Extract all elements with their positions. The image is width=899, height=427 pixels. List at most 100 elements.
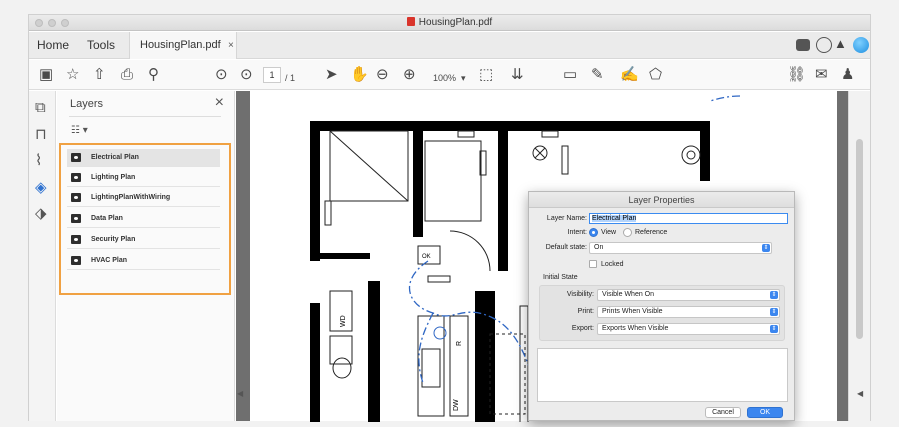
initial-state-label: Initial State <box>543 274 578 281</box>
list-item[interactable]: LightingPlanWithWiring <box>67 189 220 207</box>
save-icon[interactable]: ▣ <box>39 66 53 84</box>
left-collapse-icon[interactable]: ◀ <box>237 389 243 398</box>
layer-name-field[interactable]: Electrical Plan <box>589 213 788 224</box>
layers-panel: Layers × ☷ ▾ Electrical Plan Lighting Pl… <box>57 91 235 421</box>
dialog-title: Layer Properties <box>529 192 794 208</box>
print-label: Print: <box>577 308 594 315</box>
tab-tools[interactable]: Tools <box>87 38 115 52</box>
default-state-select[interactable]: On ⇕ <box>589 242 772 254</box>
zoom-in-icon[interactable]: ⊕ <box>403 66 416 84</box>
search-icon[interactable]: ⚲ <box>148 66 159 84</box>
vertical-scrollbar[interactable]: ◀ <box>848 91 870 421</box>
page-down-icon[interactable]: ⊙ <box>240 66 253 84</box>
tag-icon[interactable]: ⬗ <box>35 204 47 222</box>
print-icon[interactable]: ⎙ <box>121 66 133 84</box>
layer-name-label: Layer Name: <box>546 215 587 222</box>
eye-icon[interactable] <box>71 193 81 202</box>
default-state-value: On <box>594 244 604 251</box>
layer-properties-dialog: Layer Properties Layer Name: Electrical … <box>528 191 795 421</box>
comment-icon[interactable] <box>796 39 810 51</box>
scroll-mode-icon[interactable]: ⇊ <box>511 66 524 84</box>
hand-tool-icon[interactable]: ✋ <box>350 66 369 84</box>
chevron-down-icon: ⇕ <box>770 325 778 333</box>
window-title: HousingPlan.pdf <box>29 17 870 28</box>
export-value: Exports When Visible <box>602 325 669 332</box>
ok-label: OK <box>422 254 431 260</box>
layer-label: HVAC Plan <box>91 257 128 264</box>
bookmark-star-icon[interactable]: ☆ <box>66 66 79 84</box>
visibility-value: Visible When On <box>602 291 655 298</box>
upload-icon[interactable]: ⇧ <box>93 66 106 84</box>
tab-bar: Home Tools HousingPlan.pdf × ▲ <box>29 32 870 59</box>
pages-icon[interactable]: ⧉ <box>35 99 46 116</box>
draw-icon[interactable]: ✍ <box>620 66 639 84</box>
initial-state-group: Visibility: Visible When On ⇕ Print: Prin… <box>539 285 785 341</box>
print-select[interactable]: Prints When Visible ⇕ <box>597 306 780 318</box>
default-state-label: Default state: <box>545 244 587 251</box>
right-collapse-icon[interactable]: ◀ <box>857 389 863 398</box>
bell-icon[interactable]: ▲ <box>834 36 850 52</box>
export-label: Export: <box>571 325 594 332</box>
scrollbar-thumb[interactable] <box>856 139 863 339</box>
help-icon[interactable] <box>816 37 832 53</box>
tab-document-label: HousingPlan.pdf <box>140 39 221 51</box>
stamp-icon[interactable]: ⬠ <box>649 66 662 84</box>
eye-icon[interactable] <box>71 173 81 182</box>
intent-view-radio[interactable] <box>589 228 598 237</box>
layer-label: Electrical Plan <box>91 154 139 161</box>
list-item[interactable]: Electrical Plan <box>67 149 220 167</box>
page-up-icon[interactable]: ⊙ <box>215 66 228 84</box>
eye-icon[interactable] <box>71 153 81 162</box>
zoom-dropdown-icon[interactable]: ▾ <box>461 69 466 87</box>
cancel-button[interactable]: Cancel <box>705 407 741 418</box>
ok-button[interactable]: OK <box>747 407 783 418</box>
locked-label: Locked <box>601 261 624 268</box>
attachment-icon[interactable]: ⌇ <box>35 151 42 169</box>
layer-label: Data Plan <box>91 215 123 222</box>
tab-home[interactable]: Home <box>37 38 69 52</box>
eye-icon[interactable] <box>71 214 81 223</box>
intent-view-label: View <box>601 229 617 236</box>
zoom-level-select[interactable]: 100% <box>433 69 456 87</box>
close-icon[interactable]: × <box>215 94 224 112</box>
visibility-select[interactable]: Visible When On ⇕ <box>597 289 780 301</box>
mail-icon[interactable]: ✉ <box>815 66 828 84</box>
eye-icon[interactable] <box>71 235 81 244</box>
pdf-icon <box>406 17 415 26</box>
chevron-down-icon: ⇕ <box>770 291 778 299</box>
add-comment-icon[interactable]: ▭ <box>563 66 577 84</box>
divider <box>69 116 221 117</box>
export-select[interactable]: Exports When Visible ⇕ <box>597 323 780 335</box>
layers-icon[interactable]: ◈ <box>35 178 47 196</box>
add-user-icon[interactable]: ♟ <box>841 66 854 84</box>
layer-notes-area[interactable] <box>537 348 788 402</box>
marquee-zoom-icon[interactable]: ⬚ <box>479 66 493 84</box>
bookmark-icon[interactable]: ⊓ <box>35 125 47 143</box>
layers-title: Layers <box>70 98 104 110</box>
layer-label: LightingPlanWithWiring <box>91 194 171 201</box>
navigation-rail: ⧉ ⊓ ⌇ ◈ ⬗ <box>29 91 56 421</box>
link-icon[interactable]: ⛓ <box>787 66 806 84</box>
select-tool-icon[interactable]: ➤ <box>325 66 338 84</box>
chevron-down-icon: ⇕ <box>770 308 778 316</box>
list-item[interactable]: HVAC Plan <box>67 252 220 270</box>
eye-icon[interactable] <box>71 256 81 265</box>
list-item[interactable]: Data Plan <box>67 210 220 228</box>
highlight-pen-icon[interactable]: ✎ <box>591 66 604 84</box>
zoom-out-icon[interactable]: ⊖ <box>376 66 389 84</box>
locked-checkbox[interactable] <box>589 260 597 268</box>
intent-reference-label: Reference <box>635 229 668 236</box>
options-menu-icon[interactable]: ☷ ▾ <box>71 125 88 136</box>
page-number-input[interactable]: 1 <box>263 67 281 83</box>
highlight-box: Electrical Plan Lighting Plan LightingPl… <box>59 143 231 295</box>
main-toolbar: ▣ ☆ ⇧ ⎙ ⚲ ⊙ ⊙ 1 / 1 ➤ ✋ ⊖ ⊕ 100% ▾ ⬚ ⇊ ▭… <box>29 60 870 90</box>
intent-reference-radio[interactable] <box>623 228 632 237</box>
page-total: / 1 <box>285 73 296 83</box>
tab-document[interactable]: HousingPlan.pdf × <box>129 32 237 59</box>
avatar[interactable] <box>853 37 869 53</box>
window-title-text: HousingPlan.pdf <box>418 17 493 28</box>
list-item[interactable]: Security Plan <box>67 231 220 249</box>
list-item[interactable]: Lighting Plan <box>67 169 220 187</box>
tab-close-icon[interactable]: × <box>228 40 234 51</box>
title-bar: HousingPlan.pdf <box>29 15 870 31</box>
